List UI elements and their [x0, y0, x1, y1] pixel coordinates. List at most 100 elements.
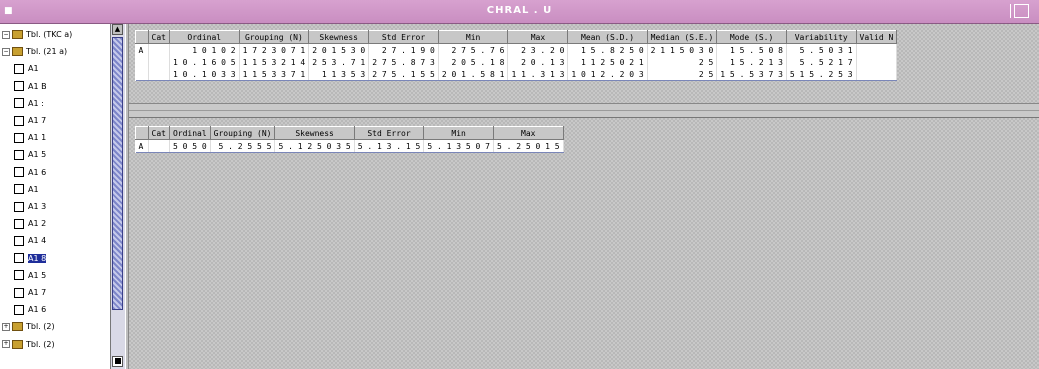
row-header-cell[interactable]: [135, 68, 149, 81]
table-cell[interactable]: 5 . 1 2 5 0 3 5: [274, 139, 355, 153]
table-cell[interactable]: 1 0 1 2 . 2 0 3: [567, 68, 648, 81]
table-cell[interactable]: 1 1 5 3 2 1 4: [239, 56, 310, 68]
column-header[interactable]: Min: [423, 126, 494, 140]
tree-item[interactable]: A1 6: [14, 303, 46, 317]
tree-item[interactable]: A1 3: [14, 200, 46, 214]
table-cell[interactable]: 1 1 . 3 1 3: [507, 68, 569, 81]
table-cell[interactable]: [148, 56, 170, 68]
table-cell[interactable]: 1 5 . 2 1 3: [716, 56, 787, 68]
column-header[interactable]: Skewness: [308, 30, 370, 44]
column-header[interactable]: Skewness: [274, 126, 355, 140]
table-cell[interactable]: 1 7 2 3 0 7 1: [239, 43, 310, 56]
tree-item[interactable]: A1: [14, 183, 39, 197]
table-cell[interactable]: [148, 68, 170, 81]
table-cell[interactable]: 5 . 5 0 3 1: [786, 43, 857, 56]
tree-item[interactable]: − Tbl. (TKC a): [2, 28, 72, 42]
column-header[interactable]: Median (S.E.): [646, 30, 718, 44]
table-cell[interactable]: 1 1 5 3 3 7 1: [239, 68, 310, 81]
expand-icon[interactable]: +: [2, 322, 10, 331]
table-cell[interactable]: 1 1 2 5 0 2 1: [567, 56, 648, 68]
table-cell[interactable]: [856, 56, 898, 68]
column-header[interactable]: Mean (S.D.): [567, 30, 648, 44]
table-cell[interactable]: 5 1 5 . 2 5 3: [786, 68, 857, 81]
tree-scrollbar[interactable]: ▲: [110, 24, 125, 369]
expand-icon[interactable]: +: [2, 340, 10, 349]
table-cell[interactable]: 5 . 5 2 1 7: [786, 56, 857, 68]
row-header-cell[interactable]: [135, 56, 149, 68]
column-header[interactable]: Max: [507, 30, 569, 44]
table-cell[interactable]: 5 0 5 0: [169, 139, 211, 153]
column-header[interactable]: Min: [437, 30, 509, 44]
table-cell[interactable]: 2 0 5 . 1 8: [438, 56, 509, 68]
table-cell[interactable]: [148, 43, 170, 56]
collapse-icon[interactable]: −: [2, 47, 10, 56]
tree-item[interactable]: A1 2: [14, 217, 46, 231]
table-cell[interactable]: 2 7 5 . 1 5 5: [368, 68, 439, 81]
column-header[interactable]: Ordinal: [168, 30, 240, 44]
tree-item[interactable]: + Tbl. (2): [2, 338, 55, 352]
scroll-thumb[interactable]: [112, 37, 123, 310]
horizontal-splitter[interactable]: [129, 103, 1039, 118]
column-header[interactable]: Std Error: [368, 30, 439, 44]
table-cell[interactable]: [856, 68, 898, 81]
table-cell[interactable]: 2 7 . 1 9 0: [368, 43, 439, 56]
table-cell[interactable]: 2 7 5 . 7 6: [438, 43, 509, 56]
table-cell[interactable]: 1 5 . 5 3 7 3: [716, 68, 787, 81]
column-header[interactable]: Variability: [785, 30, 857, 44]
table-row[interactable]: A 1 0 1 0 21 7 2 3 0 7 12 0 1 5 3 02 7 . …: [135, 43, 898, 56]
table-row[interactable]: A5 0 5 05 . 2 5 5 55 . 1 2 5 0 3 55 . 1 …: [135, 139, 564, 153]
tree-item[interactable]: A1 8: [14, 252, 47, 266]
table-cell[interactable]: 1 0 . 1 6 0 5: [169, 56, 240, 68]
tree-item[interactable]: A1 B: [14, 80, 47, 94]
tree-item[interactable]: A1 7: [14, 286, 46, 300]
restore-button[interactable]: [1014, 4, 1029, 18]
tree-item[interactable]: A1 1: [14, 131, 46, 145]
table-cell[interactable]: 1 0 . 1 0 3 3: [169, 68, 240, 81]
table-cell[interactable]: [148, 139, 170, 153]
table-row[interactable]: 1 0 . 1 0 3 31 1 5 3 3 7 11 1 3 5 32 7 5…: [135, 68, 898, 81]
table-cell[interactable]: 2 0 1 5 3 0: [308, 43, 370, 56]
column-header[interactable]: [135, 30, 149, 44]
tree-item[interactable]: A1 7: [14, 114, 46, 128]
tree-item[interactable]: A1 :: [14, 97, 44, 111]
scroll-up-icon[interactable]: ▲: [112, 24, 123, 35]
collapse-icon[interactable]: −: [2, 30, 10, 39]
table-cell[interactable]: 1 5 . 5 0 8: [716, 43, 787, 56]
table-cell[interactable]: 1 1 3 5 3: [308, 68, 370, 81]
column-header[interactable]: Ordinal: [168, 126, 211, 140]
column-header[interactable]: Cat: [147, 126, 170, 140]
table-cell[interactable]: 1 0 1 0 2: [169, 43, 240, 56]
tree-item[interactable]: A1 4: [14, 234, 46, 248]
table-cell[interactable]: 2 3 . 2 0: [507, 43, 569, 56]
column-header[interactable]: Grouping (N): [238, 30, 310, 44]
table-cell[interactable]: 2 5: [647, 68, 718, 81]
table-cell[interactable]: 5 . 2 5 5 5: [210, 139, 276, 153]
column-header[interactable]: Grouping (N): [209, 126, 276, 140]
tree-item[interactable]: A1: [14, 62, 39, 76]
table-cell[interactable]: [856, 43, 898, 56]
column-header[interactable]: [135, 126, 149, 140]
tree-item[interactable]: + Tbl. (2): [2, 320, 55, 334]
tree-item[interactable]: A1 5: [14, 148, 46, 162]
table-cell[interactable]: 2 7 5 . 8 7 3: [368, 56, 439, 68]
column-header[interactable]: Max: [492, 126, 564, 140]
table-cell[interactable]: 5 . 1 3 . 1 5: [354, 139, 425, 153]
tree-item[interactable]: A1 6: [14, 166, 46, 180]
column-header[interactable]: Std Error: [353, 126, 425, 140]
table-cell[interactable]: 2 1 1 5 0 3 0: [647, 43, 718, 56]
table-row[interactable]: 1 0 . 1 6 0 51 1 5 3 2 1 42 5 3 . 7 12 7…: [135, 56, 898, 68]
tree-item[interactable]: − Tbl. (21 a): [2, 45, 67, 59]
row-header-cell[interactable]: A: [135, 139, 149, 153]
table-cell[interactable]: 5 . 2 5 0 1 5: [493, 139, 564, 153]
scroll-down-icon[interactable]: [112, 356, 123, 367]
table-cell[interactable]: 2 0 . 1 3: [507, 56, 569, 68]
table-cell[interactable]: 2 5 3 . 7 1: [308, 56, 370, 68]
row-header-cell[interactable]: A: [135, 43, 149, 56]
tree-item[interactable]: A1 5: [14, 269, 46, 283]
table-cell[interactable]: 2 0 1 . 5 8 1: [438, 68, 509, 81]
table-cell[interactable]: 5 . 1 3 5 0 7: [423, 139, 494, 153]
column-header[interactable]: Mode (S.): [716, 30, 787, 44]
table-cell[interactable]: 2 5: [647, 56, 718, 68]
column-header[interactable]: Valid N: [855, 30, 898, 44]
column-header[interactable]: Cat: [147, 30, 170, 44]
